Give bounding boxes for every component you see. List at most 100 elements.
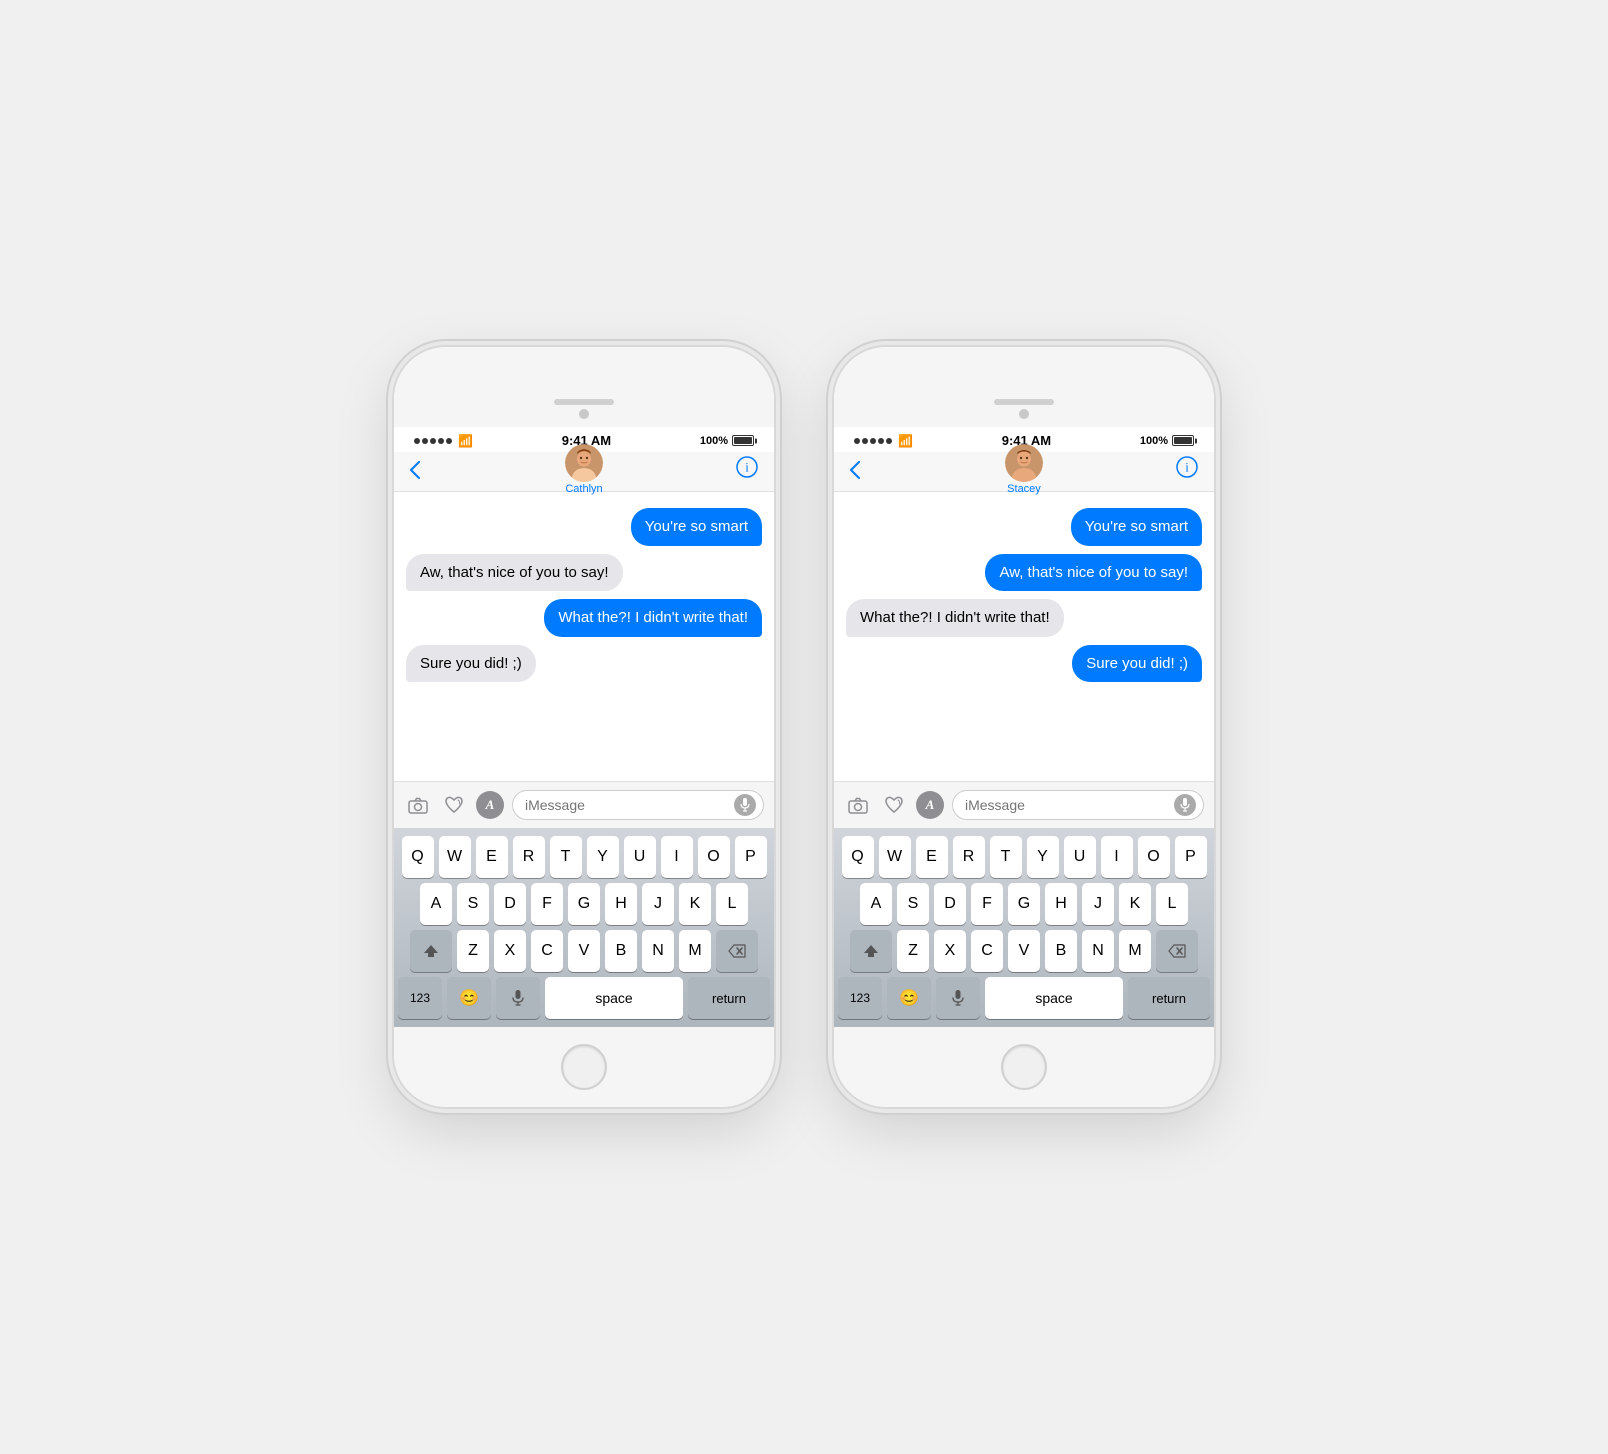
key-Y-left[interactable]: Y (587, 836, 619, 878)
key-L-left[interactable]: L (716, 883, 748, 925)
imessage-input-wrapper-left (512, 790, 764, 820)
key-L-right[interactable]: L (1156, 883, 1188, 925)
key-O-right[interactable]: O (1138, 836, 1170, 878)
key-V-right[interactable]: V (1008, 930, 1040, 972)
key-Q-right[interactable]: Q (842, 836, 874, 878)
key-T-left[interactable]: T (550, 836, 582, 878)
imessage-input-left[interactable] (512, 790, 764, 820)
key-R-right[interactable]: R (953, 836, 985, 878)
iphone-left: 📶 9:41 AM 100% (394, 347, 774, 1107)
bubble-right-1: Aw, that's nice of you to say! (985, 554, 1202, 592)
key-123-left[interactable]: 123 (398, 977, 442, 1019)
key-F-right[interactable]: F (971, 883, 1003, 925)
key-emoji-right[interactable]: 😊 (887, 977, 931, 1019)
key-W-left[interactable]: W (439, 836, 471, 878)
mic-button-right[interactable] (1174, 794, 1196, 816)
appstore-icon-left[interactable]: A (476, 791, 504, 819)
key-C-right[interactable]: C (971, 930, 1003, 972)
key-J-right[interactable]: J (1082, 883, 1114, 925)
key-D-left[interactable]: D (494, 883, 526, 925)
key-Z-right[interactable]: Z (897, 930, 929, 972)
key-shift-left[interactable] (410, 930, 452, 972)
key-mic-right[interactable] (936, 977, 980, 1019)
key-space-right[interactable]: space (985, 977, 1123, 1019)
key-B-right[interactable]: B (1045, 930, 1077, 972)
signal-left (414, 438, 452, 444)
key-backspace-left[interactable] (716, 930, 758, 972)
wifi-icon-right: 📶 (898, 434, 913, 448)
contact-name-right[interactable]: Stacey (1007, 483, 1041, 495)
key-E-left[interactable]: E (476, 836, 508, 878)
key-G-right[interactable]: G (1008, 883, 1040, 925)
key-H-left[interactable]: H (605, 883, 637, 925)
msg-right-0: You're so smart (846, 508, 1202, 546)
key-E-right[interactable]: E (916, 836, 948, 878)
key-X-left[interactable]: X (494, 930, 526, 972)
key-Z-left[interactable]: Z (457, 930, 489, 972)
heart-icon-left[interactable] (440, 791, 468, 819)
key-emoji-left[interactable]: 😊 (447, 977, 491, 1019)
key-I-right[interactable]: I (1101, 836, 1133, 878)
kb-row-2-left: A S D F G H J K L (398, 883, 770, 925)
mic-button-left[interactable] (734, 794, 756, 816)
key-N-right[interactable]: N (1082, 930, 1114, 972)
msg-right-1: Aw, that's nice of you to say! (846, 554, 1202, 592)
key-A-right[interactable]: A (860, 883, 892, 925)
key-C-left[interactable]: C (531, 930, 563, 972)
key-U-left[interactable]: U (624, 836, 656, 878)
key-space-left[interactable]: space (545, 977, 683, 1019)
key-A-left[interactable]: A (420, 883, 452, 925)
key-M-right[interactable]: M (1119, 930, 1151, 972)
back-button-right[interactable] (850, 461, 860, 479)
key-N-left[interactable]: N (642, 930, 674, 972)
home-button-right[interactable] (1001, 1044, 1047, 1090)
key-S-right[interactable]: S (897, 883, 929, 925)
camera-right (1019, 409, 1029, 419)
camera-icon-right[interactable] (844, 791, 872, 819)
key-123-right[interactable]: 123 (838, 977, 882, 1019)
key-P-left[interactable]: P (735, 836, 767, 878)
key-R-left[interactable]: R (513, 836, 545, 878)
imessage-input-right[interactable] (952, 790, 1204, 820)
key-F-left[interactable]: F (531, 883, 563, 925)
key-H-right[interactable]: H (1045, 883, 1077, 925)
appstore-icon-right[interactable]: A (916, 791, 944, 819)
key-return-left[interactable]: return (688, 977, 770, 1019)
key-V-left[interactable]: V (568, 930, 600, 972)
key-X-right[interactable]: X (934, 930, 966, 972)
key-M-left[interactable]: M (679, 930, 711, 972)
key-K-left[interactable]: K (679, 883, 711, 925)
key-P-right[interactable]: P (1175, 836, 1207, 878)
back-button-left[interactable] (410, 461, 420, 479)
key-K-right[interactable]: K (1119, 883, 1151, 925)
key-T-right[interactable]: T (990, 836, 1022, 878)
key-S-left[interactable]: S (457, 883, 489, 925)
camera-icon-left[interactable] (404, 791, 432, 819)
key-mic-left[interactable] (496, 977, 540, 1019)
msg-right-3: Sure you did! ;) (846, 645, 1202, 683)
top-bezel-right (834, 347, 1214, 427)
key-D-right[interactable]: D (934, 883, 966, 925)
key-return-right[interactable]: return (1128, 977, 1210, 1019)
keyboard-right: Q W E R T Y U I O P A S D F G H (834, 828, 1214, 1027)
home-button-left[interactable] (561, 1044, 607, 1090)
key-I-left[interactable]: I (661, 836, 693, 878)
key-J-left[interactable]: J (642, 883, 674, 925)
key-shift-right[interactable] (850, 930, 892, 972)
info-button-left[interactable]: i (736, 456, 758, 483)
status-right-right: 100% (1140, 435, 1194, 447)
contact-name-left[interactable]: Cathlyn (565, 483, 602, 495)
key-G-left[interactable]: G (568, 883, 600, 925)
key-O-left[interactable]: O (698, 836, 730, 878)
key-Q-left[interactable]: Q (402, 836, 434, 878)
heart-icon-right[interactable] (880, 791, 908, 819)
info-button-right[interactable]: i (1176, 456, 1198, 483)
key-backspace-right[interactable] (1156, 930, 1198, 972)
key-W-right[interactable]: W (879, 836, 911, 878)
nav-bar-right: Stacey i (834, 452, 1214, 492)
key-U-right[interactable]: U (1064, 836, 1096, 878)
wifi-icon-left: 📶 (458, 434, 473, 448)
key-B-left[interactable]: B (605, 930, 637, 972)
key-Y-right[interactable]: Y (1027, 836, 1059, 878)
bubble-right-0: You're so smart (1071, 508, 1202, 546)
